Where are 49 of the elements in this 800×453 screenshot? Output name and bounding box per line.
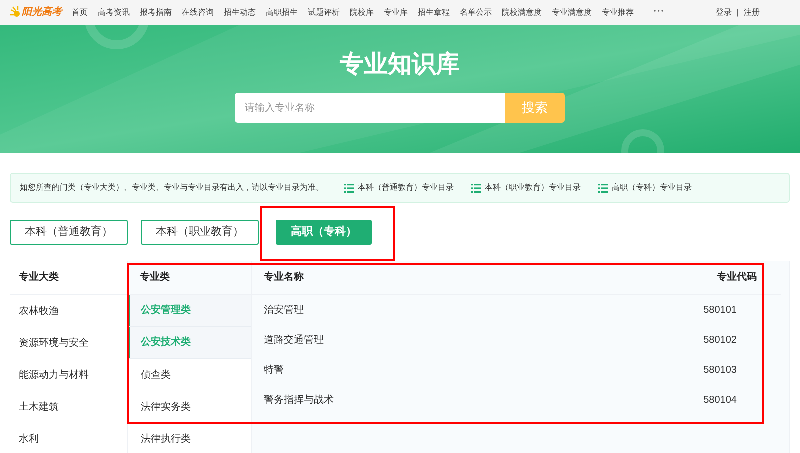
column-header: 专业代码 xyxy=(717,270,757,285)
nav-link[interactable]: 招生章程 xyxy=(418,6,450,18)
nav-link[interactable]: 首页 xyxy=(72,6,88,18)
nav-link[interactable]: 报考指南 xyxy=(140,6,172,18)
nav-link[interactable]: 院校库 xyxy=(350,6,374,18)
register-link[interactable]: 注册 xyxy=(744,6,760,18)
column-header: 专业名称 xyxy=(264,270,304,285)
major-code: 580102 xyxy=(704,334,737,348)
tab[interactable]: 本科（普通教育） xyxy=(10,220,128,245)
nav-link[interactable]: 高考资讯 xyxy=(98,6,130,18)
nav-link[interactable]: 专业库 xyxy=(384,6,408,18)
column-header: 专业类 xyxy=(128,261,251,295)
major-name[interactable]: 道路交通管理 xyxy=(264,332,324,348)
subcategory-item[interactable]: 侦查类 xyxy=(128,359,251,391)
list-icon xyxy=(471,184,481,192)
major-code: 580101 xyxy=(704,304,737,318)
subcategory-item[interactable]: 法律实务类 xyxy=(128,391,251,423)
nav-link[interactable]: 专业满意度 xyxy=(552,6,592,18)
major-code: 580104 xyxy=(704,394,737,408)
page-title: 专业知识库 xyxy=(340,50,460,80)
category-item[interactable]: 土木建筑 xyxy=(10,391,127,423)
list-icon xyxy=(598,184,608,192)
category-item[interactable]: 能源动力与材料 xyxy=(10,359,127,391)
category-item[interactable]: 水利 xyxy=(10,423,127,453)
major-name[interactable]: 警务指挥与战术 xyxy=(264,392,334,408)
nav-link[interactable]: 院校满意度 xyxy=(502,6,542,18)
tab[interactable]: 本科（职业教育） xyxy=(141,220,259,245)
catalog-link[interactable]: 本科（职业教育）专业目录 xyxy=(471,182,581,194)
category-item[interactable]: 资源环境与安全 xyxy=(10,327,127,359)
major-code: 580103 xyxy=(704,364,737,378)
nav-link[interactable]: 招生动态 xyxy=(224,6,256,18)
catalog-link[interactable]: 高职（专科）专业目录 xyxy=(598,182,692,194)
subcategory-item[interactable]: 法律执行类 xyxy=(128,423,251,453)
nav-link[interactable]: 专业推荐 xyxy=(602,6,634,18)
major-name[interactable]: 特警 xyxy=(264,362,284,378)
column-header: 专业大类 xyxy=(10,261,127,295)
notice-text: 如您所查的门类（专业大类）、专业类、专业与专业目录有出入，请以专业目录为准。 xyxy=(20,182,324,194)
sun-icon xyxy=(10,6,22,20)
catalog-link[interactable]: 本科（普通教育）专业目录 xyxy=(344,182,454,194)
nav-link[interactable]: 名单公示 xyxy=(460,6,492,18)
nav-link[interactable]: 在线咨询 xyxy=(182,6,214,18)
nav-link[interactable]: 试题评析 xyxy=(308,6,340,18)
login-link[interactable]: 登录 xyxy=(716,6,732,18)
search-field[interactable]: 请输入专业名称 xyxy=(235,93,505,123)
major-name[interactable]: 治安管理 xyxy=(264,302,304,318)
nav-link[interactable]: 高职招生 xyxy=(266,6,298,18)
separator-text: | xyxy=(736,6,739,18)
category-item[interactable]: 农林牧渔 xyxy=(10,295,127,327)
list-icon xyxy=(344,184,354,192)
